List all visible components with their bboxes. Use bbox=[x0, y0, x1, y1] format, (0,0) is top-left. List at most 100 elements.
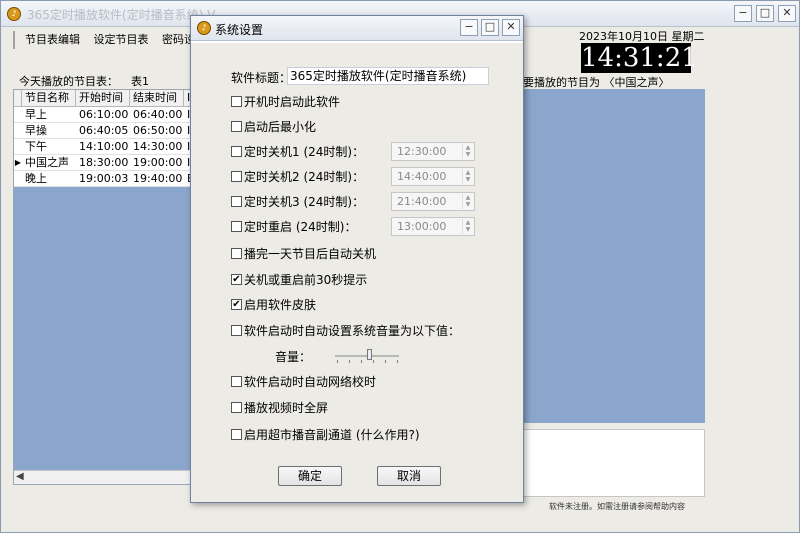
auto-volume-label: 软件启动时自动设置系统音量为以下值： bbox=[244, 324, 461, 338]
spinner-icon[interactable]: ▲ ▼ bbox=[462, 219, 473, 234]
scroll-left-icon[interactable]: ◀ bbox=[16, 471, 24, 482]
shutdown3-time-value: 21:40:00 bbox=[397, 195, 447, 208]
table-horizontal-scrollbar[interactable]: ◀ bbox=[14, 470, 192, 484]
today-schedule-value: 表1 bbox=[131, 75, 149, 88]
cell-start: 19:00:03 bbox=[79, 172, 129, 185]
next-program-label: 要播放的节目为 〈中国之声〉 bbox=[523, 76, 670, 89]
shutdown1-time-input[interactable]: 12:30:00 ▲ ▼ bbox=[391, 142, 475, 161]
program-table[interactable]: 节目名称 开始时间 结束时间 I 早上 06:10:00 06:40:00 I … bbox=[13, 89, 193, 485]
shutdown3-checkbox[interactable] bbox=[231, 196, 242, 207]
warn-30s-checkbox[interactable]: ✔ bbox=[231, 274, 242, 285]
secondary-channel-label[interactable]: 启用超市播音副通道 (什么作用?) bbox=[244, 426, 420, 443]
minimize-on-start-checkbox[interactable] bbox=[231, 121, 242, 132]
cell-end: 06:50:00 bbox=[133, 124, 183, 137]
column-header-name[interactable]: 节目名称 bbox=[22, 90, 76, 106]
shutdown3-label: 定时关机3 (24时制)： bbox=[244, 195, 365, 209]
cell-name: 早操 bbox=[25, 124, 47, 137]
shutdown1-label: 定时关机1 (24时制)： bbox=[244, 145, 365, 159]
cell-start: 14:10:00 bbox=[79, 140, 129, 153]
volume-slider[interactable] bbox=[335, 349, 399, 363]
skin-label: 启用软件皮肤 bbox=[244, 298, 317, 312]
table-body: 早上 06:10:00 06:40:00 I 早操 06:40:05 06:50… bbox=[14, 107, 192, 470]
slider-tick bbox=[337, 360, 338, 363]
slider-tick bbox=[349, 360, 350, 363]
fullscreen-video-label: 播放视频时全屏 bbox=[244, 401, 329, 415]
spinner-icon[interactable]: ▲ ▼ bbox=[462, 169, 473, 184]
row-marker bbox=[14, 107, 22, 122]
table-row[interactable]: ▶ 中国之声 18:30:00 19:00:00 I bbox=[14, 155, 192, 171]
cell-name: 晚上 bbox=[25, 172, 47, 185]
autostart-checkbox[interactable] bbox=[231, 96, 242, 107]
program-info-panel bbox=[523, 89, 705, 423]
shutdown2-label: 定时关机2 (24时制)： bbox=[244, 170, 365, 184]
warn-30s-label: 关机或重启前30秒提示 bbox=[244, 273, 368, 287]
menu-item-set-schedule[interactable]: 设定节目表 bbox=[94, 31, 149, 49]
dialog-minimize-button[interactable]: − bbox=[460, 19, 478, 36]
shutdown2-time-value: 14:40:00 bbox=[397, 170, 447, 183]
restart-time-value: 13:00:00 bbox=[397, 220, 447, 233]
cell-end: 06:40:00 bbox=[133, 108, 183, 121]
cell-start: 18:30:00 bbox=[79, 156, 129, 169]
slider-tick bbox=[361, 360, 362, 363]
table-row[interactable]: 早上 06:10:00 06:40:00 I bbox=[14, 107, 192, 123]
menu-item-edit-schedule[interactable]: 节目表编辑 bbox=[25, 31, 80, 49]
skin-checkbox[interactable]: ✔ bbox=[231, 299, 242, 310]
app-logo-icon: ♪ bbox=[197, 21, 211, 35]
dialog-title-bar: ♪ 系统设置 − □ ✕ bbox=[191, 16, 523, 41]
shutdown2-time-input[interactable]: 14:40:00 ▲ ▼ bbox=[391, 167, 475, 186]
row-marker: ▶ bbox=[14, 158, 22, 167]
slider-tick bbox=[397, 360, 398, 363]
maximize-button[interactable]: □ bbox=[756, 5, 774, 22]
software-title-label: 软件标题： bbox=[231, 71, 292, 85]
cell-name: 中国之声 bbox=[25, 156, 69, 169]
cell-end: 19:40:00 bbox=[133, 172, 183, 185]
row-marker bbox=[14, 171, 22, 186]
dialog-maximize-button[interactable]: □ bbox=[481, 19, 499, 36]
table-row[interactable]: 晚上 19:00:03 19:40:00 E bbox=[14, 171, 192, 187]
dialog-body: 软件标题： 365定时播放软件(定时播音系统) 开机时启动此软件 启动后最小化 … bbox=[191, 42, 523, 502]
shutdown-after-day-label: 播完一天节目后自动关机 bbox=[244, 247, 377, 261]
net-time-sync-label: 软件启动时自动网络校时 bbox=[244, 375, 377, 389]
restart-time-input[interactable]: 13:00:00 ▲ ▼ bbox=[391, 217, 475, 236]
table-header: 节目名称 开始时间 结束时间 I bbox=[14, 90, 192, 107]
registration-status: 软件未注册。如需注册请参阅帮助内容 bbox=[549, 502, 685, 511]
shutdown1-checkbox[interactable] bbox=[231, 146, 242, 157]
spinner-icon[interactable]: ▲ ▼ bbox=[462, 144, 473, 159]
app-logo-icon: ♪ bbox=[7, 7, 21, 21]
slider-tick bbox=[373, 360, 374, 363]
column-header-start[interactable]: 开始时间 bbox=[76, 90, 130, 106]
restart-label: 定时重启 (24时制)： bbox=[244, 220, 357, 234]
dialog-close-button[interactable]: ✕ bbox=[502, 19, 520, 36]
shutdown-after-day-checkbox[interactable] bbox=[231, 248, 242, 259]
digital-clock: 14:31:21 bbox=[581, 43, 698, 73]
fullscreen-video-checkbox[interactable] bbox=[231, 402, 242, 413]
autostart-label: 开机时启动此软件 bbox=[244, 95, 341, 109]
cancel-button[interactable]: 取消 bbox=[377, 466, 441, 486]
net-time-sync-checkbox[interactable] bbox=[231, 376, 242, 387]
shutdown3-time-input[interactable]: 21:40:00 ▲ ▼ bbox=[391, 192, 475, 211]
shutdown2-checkbox[interactable] bbox=[231, 171, 242, 182]
column-header-end[interactable]: 结束时间 bbox=[130, 90, 184, 106]
minimize-on-start-label: 启动后最小化 bbox=[244, 120, 317, 134]
table-row[interactable]: 下午 14:10:00 14:30:00 I bbox=[14, 139, 192, 155]
row-marker bbox=[14, 123, 22, 138]
cell-name: 早上 bbox=[25, 108, 47, 121]
dialog-title: 系统设置 bbox=[215, 23, 264, 37]
shutdown1-time-value: 12:30:00 bbox=[397, 145, 447, 158]
auto-volume-checkbox[interactable] bbox=[231, 325, 242, 336]
spinner-icon[interactable]: ▲ ▼ bbox=[462, 194, 473, 209]
secondary-channel-checkbox[interactable] bbox=[231, 429, 242, 440]
row-marker bbox=[14, 139, 22, 154]
volume-label: 音量： bbox=[275, 350, 312, 364]
cell-name: 下午 bbox=[25, 140, 47, 153]
restart-checkbox[interactable] bbox=[231, 221, 242, 232]
slider-tick bbox=[385, 360, 386, 363]
cell-end: 14:30:00 bbox=[133, 140, 183, 153]
close-button[interactable]: ✕ bbox=[778, 5, 796, 22]
volume-slider-thumb[interactable] bbox=[367, 349, 372, 360]
minimize-button[interactable]: − bbox=[734, 5, 752, 22]
table-row[interactable]: 早操 06:40:05 06:50:00 I bbox=[14, 123, 192, 139]
software-title-input[interactable]: 365定时播放软件(定时播音系统) bbox=[287, 67, 489, 85]
cell-end: 19:00:00 bbox=[133, 156, 183, 169]
ok-button[interactable]: 确定 bbox=[278, 466, 342, 486]
